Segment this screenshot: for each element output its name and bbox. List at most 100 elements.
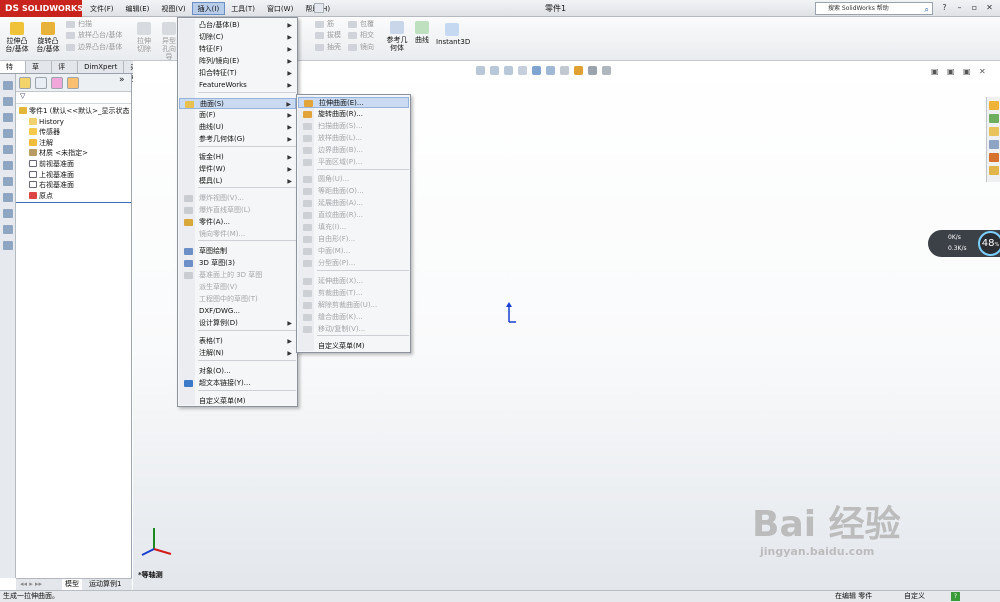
zoom-fit-icon[interactable] — [476, 66, 485, 75]
menu-edit[interactable]: 编辑(E) — [120, 2, 156, 15]
toolbar-icon[interactable] — [2, 177, 13, 186]
extruded-boss-button[interactable]: 拉伸凸台/基体 — [5, 22, 29, 53]
edit-appearance-icon[interactable] — [574, 66, 583, 75]
toolbar-icon[interactable] — [2, 81, 13, 90]
toolbar-icon[interactable] — [2, 193, 13, 202]
solidworks-logo[interactable]: DS SOLIDWORKS — [0, 0, 83, 17]
toolbar-icon[interactable] — [2, 145, 13, 154]
menu-file[interactable]: 文件(F) — [84, 2, 120, 15]
insert-menu-item[interactable]: ▶ FeatureWorks — [179, 80, 296, 91]
search-results-icon[interactable] — [988, 140, 999, 149]
tree-item-annotations[interactable]: 注解 — [19, 138, 131, 149]
display-style-icon[interactable] — [546, 66, 555, 75]
insert-menu-item[interactable]: ▶ 注解(N) — [179, 348, 296, 359]
scroll-arrows-icon[interactable]: ◂◂ ▸ ▸▸ — [20, 579, 42, 590]
apply-scene-icon[interactable] — [588, 66, 597, 75]
menu-insert[interactable]: 插入(I) — [191, 2, 226, 15]
insert-menu-item[interactable]: 工程图中的草图(T) — [179, 294, 296, 305]
insert-menu-item[interactable]: ▶ 扣合特征(T) — [179, 68, 296, 79]
tab-motion-study[interactable]: 运动算例1 — [86, 579, 124, 590]
previous-view-icon[interactable] — [504, 66, 513, 75]
loft-button[interactable]: 放样凸台/基体 — [66, 31, 122, 40]
insert-menu-item[interactable]: ▶ 阵列/镜向(E) — [179, 56, 296, 67]
insert-menu-item[interactable]: ▶ 设计算例(D) — [179, 318, 296, 329]
viewport-maximize-icon[interactable]: ▣ — [963, 67, 971, 76]
tree-item-top-plane[interactable]: 上视基准面 — [19, 170, 131, 181]
insert-menu-item[interactable]: ▶ 表格(T) — [179, 336, 296, 347]
close-icon[interactable]: ✕ — [983, 2, 996, 14]
tree-item-front-plane[interactable]: 前视基准面 — [19, 159, 131, 170]
surface-menu-item[interactable]: 延展曲面(A)... — [298, 198, 409, 209]
insert-menu-item[interactable]: ▶ 面(F) — [179, 110, 296, 121]
viewport-minimize-icon[interactable]: ▣ — [931, 67, 939, 76]
tree-item-sensors[interactable]: 传感器 — [19, 127, 131, 138]
tree-item-origin[interactable]: 原点 — [19, 191, 131, 202]
surface-menu-item[interactable]: 平面区域(P)... — [298, 157, 409, 168]
surface-menu-item[interactable]: 自由形(F)... — [298, 234, 409, 245]
rib-button[interactable]: 筋 — [315, 20, 334, 29]
insert-menu-item[interactable]: ▶ 参考几何体(G) — [179, 134, 296, 145]
insert-menu-item[interactable]: 派生草图(V) — [179, 282, 296, 293]
expand-icon[interactable]: » — [119, 75, 131, 87]
toolbar-icon[interactable] — [2, 129, 13, 138]
insert-menu-item[interactable]: ▶ 凸台/基体(B) — [179, 20, 296, 31]
surface-menu-item[interactable]: 放样曲面(L)... — [298, 133, 409, 144]
status-custom[interactable]: 自定义 — [904, 591, 925, 602]
hole-wizard-button[interactable]: 异型孔向导 — [159, 22, 179, 61]
help-icon[interactable]: ? — [938, 2, 951, 14]
view-orientation-icon[interactable] — [532, 66, 541, 75]
toolbar-icon[interactable] — [2, 161, 13, 170]
surface-menu-item[interactable]: 缝合曲面(K)... — [298, 312, 409, 323]
tree-item-history[interactable]: History — [19, 117, 131, 128]
design-library-icon[interactable] — [988, 114, 999, 123]
insert-menu-item[interactable]: ▶ 特征(F) — [179, 44, 296, 55]
surface-menu-item[interactable]: 中面(M)... — [298, 246, 409, 257]
tab-evaluate[interactable]: 评估 — [52, 61, 79, 83]
insert-menu-item[interactable]: 草图绘制 — [179, 246, 296, 257]
mirror-button[interactable]: 镜向 — [348, 43, 374, 52]
viewport-close-icon[interactable]: ✕ — [979, 67, 986, 76]
insert-menu-item[interactable]: ▶ 曲线(U) — [179, 122, 296, 133]
toolbar-icon[interactable] — [2, 113, 13, 122]
search-icon[interactable]: ⌕ — [925, 4, 929, 15]
zoom-area-icon[interactable] — [490, 66, 499, 75]
view-settings-icon[interactable] — [602, 66, 611, 75]
surface-menu-item[interactable]: 填充(I)... — [298, 222, 409, 233]
menu-tools[interactable]: 工具(T) — [225, 2, 261, 15]
tab-sketch[interactable]: 草图 — [26, 61, 53, 83]
minimize-icon[interactable]: – — [953, 2, 966, 14]
insert-menu-item[interactable]: 爆炸视图(V)... — [179, 193, 296, 204]
insert-menu-item[interactable]: ▶ 曲面(S) — [179, 98, 296, 109]
surface-menu-item[interactable]: 分型面(P)... — [298, 258, 409, 269]
reference-geometry-button[interactable]: 参考几何体 — [386, 21, 408, 52]
featuremanager-tab-icon[interactable] — [19, 77, 31, 89]
tab-features[interactable]: 特征 — [0, 61, 27, 83]
section-view-icon[interactable] — [518, 66, 527, 75]
pin-icon[interactable] — [314, 3, 324, 13]
filter-icon[interactable]: ▽ — [16, 92, 131, 104]
file-explorer-icon[interactable] — [988, 127, 999, 136]
surface-menu-item[interactable]: 等距曲面(O)... — [298, 186, 409, 197]
sweep-button[interactable]: 扫描 — [66, 20, 92, 29]
revolved-boss-button[interactable]: 旋转凸台/基体 — [35, 22, 61, 53]
help-status-icon[interactable]: ? — [951, 592, 960, 601]
surface-menu-item[interactable]: 拉伸曲面(E)... — [298, 97, 409, 108]
extruded-cut-button[interactable]: 拉伸切除 — [134, 22, 154, 53]
boundary-boss-button[interactable]: 边界凸台/基体 — [66, 43, 122, 52]
insert-menu-item[interactable]: 爆炸直线草图(L) — [179, 205, 296, 216]
insert-menu-item[interactable]: 超文本链接(Y)... — [179, 378, 296, 389]
toolbar-icon[interactable] — [2, 225, 13, 234]
toolbar-icon[interactable] — [2, 209, 13, 218]
intersect-button[interactable]: 相交 — [348, 31, 374, 40]
insert-menu-item[interactable]: DXF/DWG... — [179, 306, 296, 317]
menu-view[interactable]: 视图(V) — [155, 2, 191, 15]
surface-menu-item[interactable]: 延伸曲面(X)... — [298, 276, 409, 287]
tab-dimxpert[interactable]: DimXpert — [78, 61, 125, 73]
toolbar-icon[interactable] — [2, 97, 13, 106]
menu-window[interactable]: 窗口(W) — [261, 2, 299, 15]
surface-menu-item[interactable]: 扫描曲面(S)... — [298, 121, 409, 132]
resources-icon[interactable] — [988, 101, 999, 110]
surface-menu-item[interactable]: 自定义菜单(M) — [298, 341, 409, 352]
viewport-restore-icon[interactable]: ▣ — [947, 67, 955, 76]
insert-menu-item[interactable]: 基准面上的 3D 草图 — [179, 270, 296, 281]
